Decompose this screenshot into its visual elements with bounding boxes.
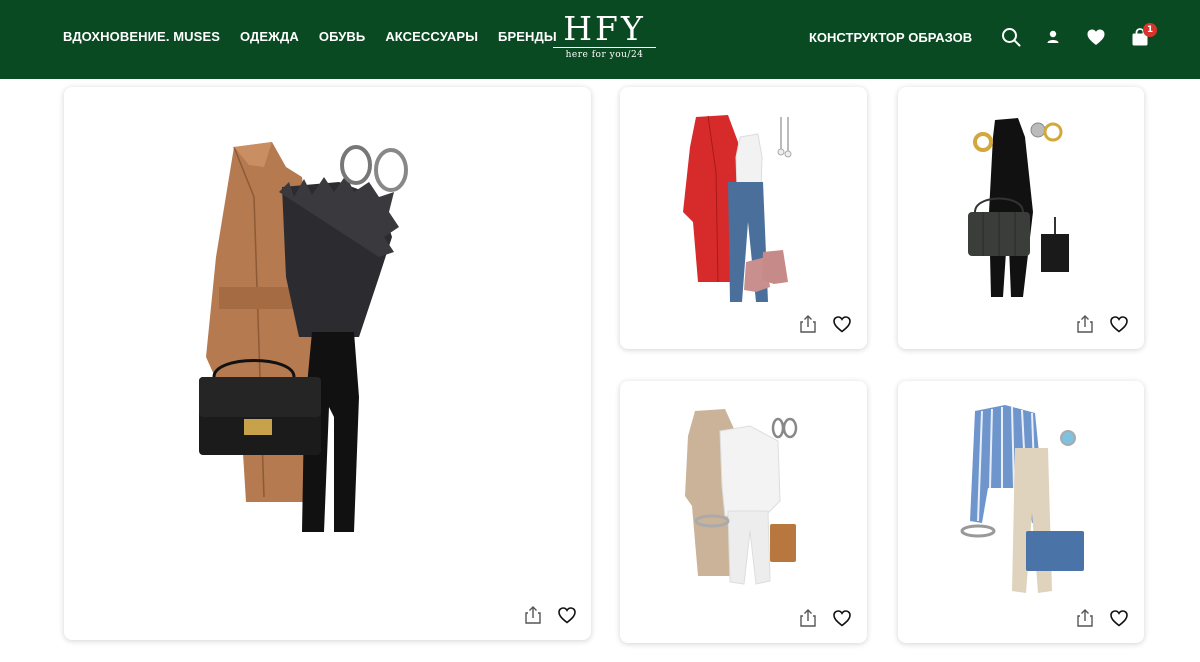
constructor-link-wrap: КОНСТРУКТОР ОБРАЗОВ xyxy=(809,29,972,47)
look-5-actions xyxy=(1074,607,1130,629)
heart-icon[interactable] xyxy=(1085,26,1107,48)
look-2-actions xyxy=(797,313,853,335)
share-icon[interactable] xyxy=(1074,607,1096,629)
look-4-actions xyxy=(797,607,853,629)
look-2-image xyxy=(683,115,792,302)
share-icon[interactable] xyxy=(1074,313,1096,335)
nav-item-inspiration[interactable]: ВДОХНОВЕНИЕ. MUSES xyxy=(63,29,220,44)
search-icon[interactable] xyxy=(1000,26,1022,48)
favorite-heart-icon[interactable] xyxy=(831,313,853,335)
look-card-4[interactable] xyxy=(620,381,867,643)
nav-item-shoes[interactable]: ОБУВЬ xyxy=(319,29,365,44)
look-3-actions xyxy=(1074,313,1130,335)
look-card-1[interactable] xyxy=(64,87,591,640)
look-5-image xyxy=(960,405,1084,593)
cart-count-badge: 1 xyxy=(1143,23,1157,37)
look-1-actions xyxy=(522,604,578,626)
nav-item-outfit-constructor[interactable]: КОНСТРУКТОР ОБРАЗОВ xyxy=(809,30,972,45)
look-card-5[interactable] xyxy=(898,381,1144,643)
nav-item-brands[interactable]: БРЕНДЫ xyxy=(498,29,557,44)
favorite-heart-icon[interactable] xyxy=(831,607,853,629)
share-icon[interactable] xyxy=(797,607,819,629)
site-header: ВДОХНОВЕНИЕ. MUSES ОДЕЖДА ОБУВЬ АКСЕССУА… xyxy=(0,0,1200,79)
nav-item-accessories[interactable]: АКСЕССУАРЫ xyxy=(385,29,478,44)
user-icon[interactable] xyxy=(1042,26,1064,48)
main-nav: ВДОХНОВЕНИЕ. MUSES ОДЕЖДА ОБУВЬ АКСЕССУА… xyxy=(63,29,577,44)
look-1-image xyxy=(199,142,408,532)
favorite-heart-icon[interactable] xyxy=(1108,607,1130,629)
logo-wordmark: HFY xyxy=(563,9,646,48)
look-4-image xyxy=(685,409,798,585)
favorite-heart-icon[interactable] xyxy=(556,604,578,626)
favorite-heart-icon[interactable] xyxy=(1108,313,1130,335)
look-card-2[interactable] xyxy=(620,87,867,349)
share-icon[interactable] xyxy=(797,313,819,335)
share-icon[interactable] xyxy=(522,604,544,626)
look-card-3[interactable] xyxy=(898,87,1144,349)
logo[interactable]: HFY here for you/24 xyxy=(553,12,656,64)
logo-tagline: here for you/24 xyxy=(565,50,644,60)
bag-icon[interactable]: 1 xyxy=(1129,23,1157,48)
nav-item-clothing[interactable]: ОДЕЖДА xyxy=(240,29,299,44)
look-3-image xyxy=(968,118,1069,297)
